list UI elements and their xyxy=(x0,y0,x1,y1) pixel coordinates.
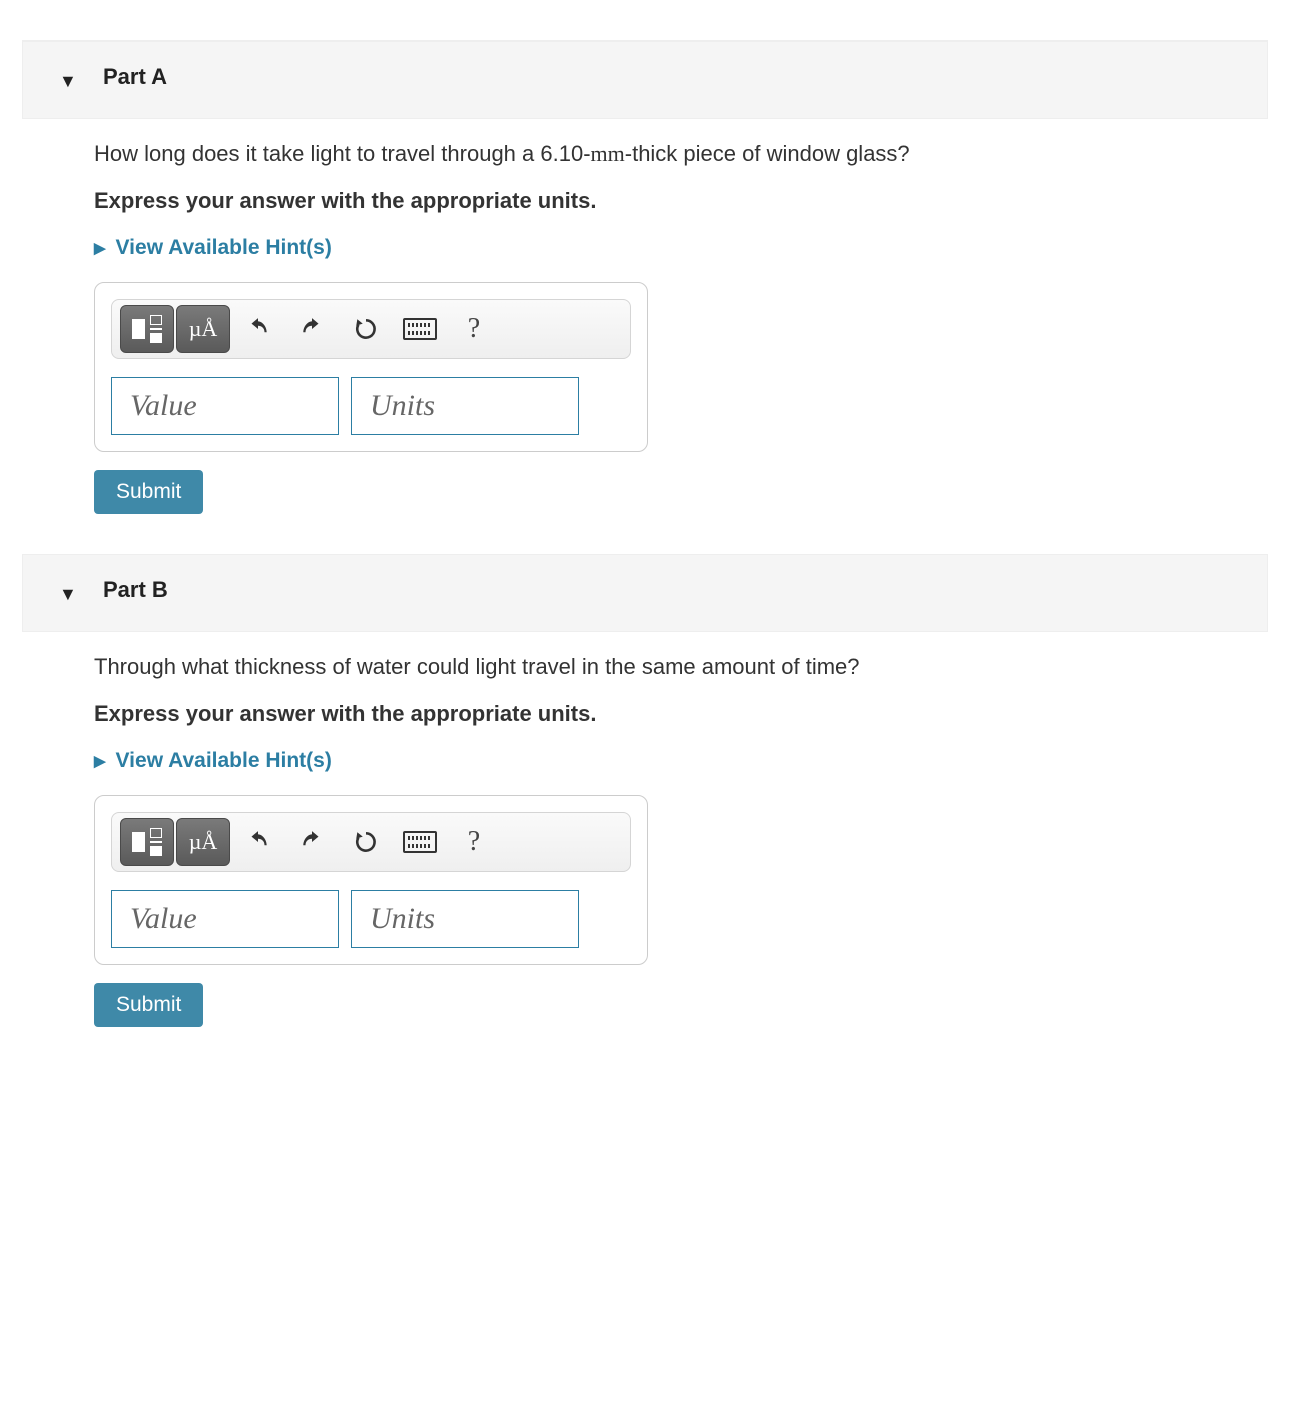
part-b-instruction: Express your answer with the appropriate… xyxy=(94,701,1268,727)
question-mark-icon: ? xyxy=(468,313,480,345)
part-a-title: Part A xyxy=(103,64,167,89)
submit-button[interactable]: Submit xyxy=(94,983,203,1027)
fraction-templates-button[interactable] xyxy=(120,305,174,353)
part-a-question: How long does it take light to travel th… xyxy=(94,139,1268,170)
reset-icon xyxy=(353,829,379,855)
redo-icon xyxy=(299,316,325,342)
caret-down-icon: ▼ xyxy=(59,72,77,90)
hints-label: View Available Hint(s) xyxy=(116,749,332,772)
value-input[interactable]: Value xyxy=(111,890,339,948)
view-hints-link[interactable]: ▶ View Available Hint(s) xyxy=(94,749,1268,773)
mu-angstrom-icon: µÅ xyxy=(189,316,218,342)
help-button[interactable]: ? xyxy=(448,306,500,352)
hints-label: View Available Hint(s) xyxy=(116,236,332,259)
q-text-post: -thick piece of window glass? xyxy=(625,141,910,166)
answer-box: µÅ ? Value Units xyxy=(94,282,648,452)
undo-button[interactable] xyxy=(232,819,284,865)
mu-angstrom-icon: µÅ xyxy=(189,829,218,855)
fraction-templates-button[interactable] xyxy=(120,818,174,866)
part-a-header[interactable]: ▼ Part A xyxy=(22,41,1268,119)
reset-button[interactable] xyxy=(340,306,392,352)
part-a-instruction: Express your answer with the appropriate… xyxy=(94,188,1268,214)
fraction-icon xyxy=(132,315,162,343)
part-b-header[interactable]: ▼ Part B xyxy=(22,554,1268,632)
part-b-title: Part B xyxy=(103,577,168,602)
undo-icon xyxy=(245,829,271,855)
keyboard-button[interactable] xyxy=(394,819,446,865)
view-hints-link[interactable]: ▶ View Available Hint(s) xyxy=(94,236,1268,260)
equation-toolbar: µÅ ? xyxy=(111,812,631,872)
undo-button[interactable] xyxy=(232,306,284,352)
undo-icon xyxy=(245,316,271,342)
reset-button[interactable] xyxy=(340,819,392,865)
caret-right-icon: ▶ xyxy=(94,752,106,770)
redo-button[interactable] xyxy=(286,306,338,352)
answer-box: µÅ ? Value Units xyxy=(94,795,648,965)
units-input[interactable]: Units xyxy=(351,890,579,948)
equation-toolbar: µÅ ? xyxy=(111,299,631,359)
q-text: Through what thickness of water could li… xyxy=(94,654,860,679)
redo-button[interactable] xyxy=(286,819,338,865)
keyboard-button[interactable] xyxy=(394,306,446,352)
value-input[interactable]: Value xyxy=(111,377,339,435)
keyboard-icon xyxy=(403,831,437,853)
units-input[interactable]: Units xyxy=(351,377,579,435)
reset-icon xyxy=(353,316,379,342)
q-text: How long does it take light to travel th… xyxy=(94,141,591,166)
part-b-question: Through what thickness of water could li… xyxy=(94,652,1268,683)
question-mark-icon: ? xyxy=(468,826,480,858)
keyboard-icon xyxy=(403,318,437,340)
special-characters-button[interactable]: µÅ xyxy=(176,818,230,866)
caret-right-icon: ▶ xyxy=(94,239,106,257)
special-characters-button[interactable]: µÅ xyxy=(176,305,230,353)
help-button[interactable]: ? xyxy=(448,819,500,865)
part-a-body: How long does it take light to travel th… xyxy=(22,139,1268,514)
submit-button[interactable]: Submit xyxy=(94,470,203,514)
fraction-icon xyxy=(132,828,162,856)
caret-down-icon: ▼ xyxy=(59,585,77,603)
redo-icon xyxy=(299,829,325,855)
part-b-body: Through what thickness of water could li… xyxy=(22,652,1268,1027)
q-unit: mm xyxy=(591,141,625,166)
